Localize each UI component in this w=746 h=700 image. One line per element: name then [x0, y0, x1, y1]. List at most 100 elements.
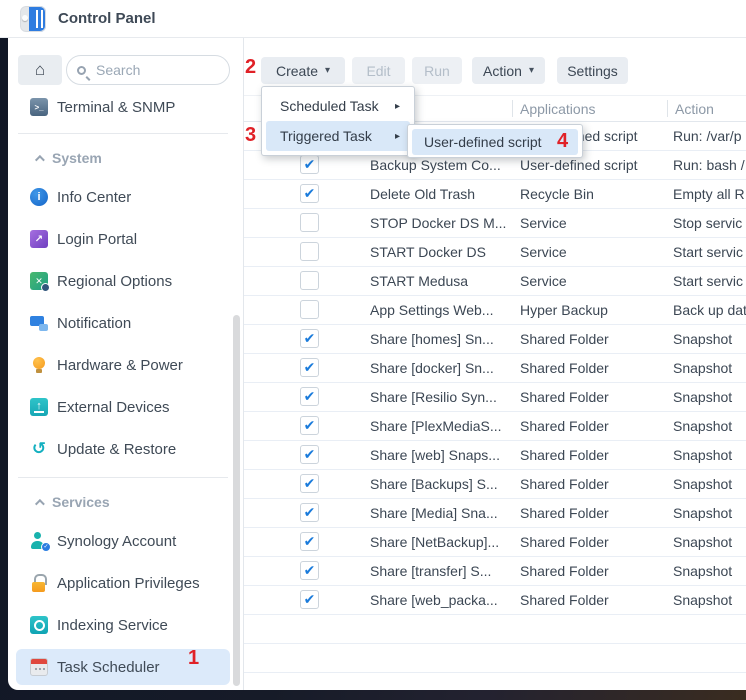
sidebar-item-terminal-snmp[interactable]: >_Terminal & SNMP	[16, 92, 230, 122]
task-name-cell: Share [web_packa...	[370, 586, 508, 615]
task-enabled-checkbox[interactable]	[300, 242, 319, 261]
annotation-2: 2	[245, 57, 256, 77]
task-name-cell: Share [homes] Sn...	[370, 325, 508, 354]
task-row[interactable]: ✔Share [Media] Sna...Shared FolderSnapsh…	[244, 499, 746, 528]
task-name-cell: Share [Resilio Syn...	[370, 383, 508, 412]
task-enabled-checkbox[interactable]: ✔	[300, 329, 319, 348]
indexing-service-icon	[30, 616, 48, 634]
task-row[interactable]: ✔Share [web_packa...Shared FolderSnapsho…	[244, 586, 746, 615]
group-header-system[interactable]: System	[16, 146, 230, 170]
chevron-up-icon	[35, 154, 45, 164]
task-row[interactable]: ✔Share [Backups] S...Shared FolderSnapsh…	[244, 470, 746, 499]
task-enabled-checkbox[interactable]: ✔	[300, 184, 319, 203]
edit-button[interactable]: Edit	[352, 57, 405, 84]
task-enabled-checkbox[interactable]: ✔	[300, 416, 319, 435]
menu-item-scheduled-task[interactable]: Scheduled Task▸	[266, 91, 410, 121]
button-label: Settings	[567, 63, 618, 79]
task-row[interactable]: START MedusaServiceStart servic	[244, 267, 746, 296]
task-enabled-checkbox[interactable]: ✔	[300, 387, 319, 406]
task-application-cell: Recycle Bin	[520, 180, 662, 209]
sidebar-item-hardware-power[interactable]: Hardware & Power	[16, 351, 230, 379]
sidebar-item-info-center[interactable]: iInfo Center	[16, 183, 230, 211]
task-application-cell: Shared Folder	[520, 441, 662, 470]
task-enabled-checkbox[interactable]	[300, 271, 319, 290]
sidebar-scrollbar[interactable]	[233, 315, 240, 686]
task-enabled-checkbox[interactable]: ✔	[300, 358, 319, 377]
task-name-cell: STOP Docker DS M...	[370, 209, 508, 238]
home-button[interactable]: ⌂	[18, 55, 62, 85]
search-input[interactable]	[94, 61, 204, 79]
task-row[interactable]: STOP Docker DS M...ServiceStop servic	[244, 209, 746, 238]
task-row[interactable]: ✔Delete Old TrashRecycle BinEmpty all R	[244, 180, 746, 209]
button-label: Action	[483, 63, 522, 79]
sidebar-item-label: Login Portal	[57, 231, 137, 248]
search-box[interactable]	[66, 55, 230, 85]
sidebar-item-indexing-service[interactable]: Indexing Service	[16, 611, 230, 639]
task-enabled-checkbox[interactable]: ✔	[300, 503, 319, 522]
regional-options-icon-glyph: ✕	[35, 276, 43, 287]
submenu-item-user-defined-script[interactable]: User-defined script	[412, 129, 578, 155]
task-action-cell: Snapshot	[673, 383, 746, 412]
update-restore-icon-glyph: ↺	[32, 439, 46, 459]
sidebar-item-synology-account[interactable]: ✓Synology Account	[16, 527, 230, 555]
external-devices-icon-glyph: ↑	[36, 400, 42, 412]
task-enabled-checkbox[interactable]: ✔	[300, 532, 319, 551]
task-name-cell: Share [docker] Sn...	[370, 354, 508, 383]
sidebar-item-update-restore[interactable]: ↺Update & Restore	[16, 435, 230, 463]
task-application-cell: Shared Folder	[520, 557, 662, 586]
sidebar-item-label: Indexing Service	[57, 617, 168, 634]
group-label: Services	[52, 494, 110, 510]
sidebar-item-application-privileges[interactable]: Application Privileges	[16, 569, 230, 597]
sidebar-item-external-devices[interactable]: ↑ External Devices	[16, 393, 230, 421]
task-row[interactable]: ✔Share [web] Snaps...Shared FolderSnapsh…	[244, 441, 746, 470]
sidebar-item-label: External Devices	[57, 399, 170, 416]
task-row[interactable]: ✔Share [PlexMediaS...Shared FolderSnapsh…	[244, 412, 746, 441]
task-action-cell: Snapshot	[673, 325, 746, 354]
column-header-applications[interactable]: Applications	[520, 96, 596, 121]
column-separator	[512, 100, 513, 117]
notification-icon	[30, 314, 48, 332]
search-icon	[77, 66, 86, 75]
action-button[interactable]: Action▾	[472, 57, 545, 84]
sidebar-item-login-portal[interactable]: ↗Login Portal	[16, 225, 230, 253]
task-row[interactable]: ✔Share [homes] Sn...Shared FolderSnapsho…	[244, 325, 746, 354]
submenu-item-label: User-defined script	[424, 134, 542, 150]
synology-account-icon-glyph: ✓	[41, 542, 51, 552]
task-enabled-checkbox[interactable]	[300, 300, 319, 319]
task-row[interactable]: ✔ Share [transfer] S... Shared Folder Snaps…	[244, 557, 746, 586]
sidebar-item-notification[interactable]: Notification	[16, 309, 230, 337]
chevron-down-icon: ▾	[325, 65, 330, 76]
task-enabled-checkbox[interactable]: ✔	[300, 561, 319, 580]
task-row[interactable]: ✔Share [NetBackup]...Shared FolderSnapsh…	[244, 528, 746, 557]
sidebar-item-regional-options[interactable]: ✕Regional Options	[16, 267, 230, 295]
task-row[interactable]: App Settings Web...Hyper BackupBack up d…	[244, 296, 746, 325]
task-enabled-checkbox[interactable]: ✔	[300, 155, 319, 174]
task-name-cell: Share [NetBackup]...	[370, 528, 508, 557]
task-enabled-checkbox[interactable]	[300, 213, 319, 232]
sidebar: ⌂ >_Terminal & SNMP System iInfo Center ↗Lo…	[8, 38, 244, 690]
button-label: Edit	[366, 63, 390, 79]
task-action-cell: Snapshot	[673, 470, 746, 499]
task-application-cell: Shared Folder	[520, 383, 662, 412]
chevron-up-icon	[35, 498, 45, 508]
task-action-cell: Snapshot	[673, 528, 746, 557]
group-header-services[interactable]: Services	[16, 490, 230, 514]
menu-item-triggered-task[interactable]: Triggered Task▸	[266, 121, 410, 151]
run-button[interactable]: Run	[412, 57, 462, 84]
column-header-action[interactable]: Action	[675, 96, 714, 121]
task-enabled-checkbox[interactable]: ✔	[300, 474, 319, 493]
task-row[interactable]: ✔Share [docker] Sn...Shared FolderSnapsh…	[244, 354, 746, 383]
task-row[interactable]: ✔ Share [Resilio Syn... Shared Folder Snaps…	[244, 383, 746, 412]
menu-item-label: Triggered Task	[280, 128, 372, 144]
task-action-cell: Snapshot	[673, 557, 746, 586]
task-enabled-checkbox[interactable]: ✔	[300, 445, 319, 464]
create-button[interactable]: Create▾	[261, 57, 345, 84]
task-action-cell: Snapshot	[673, 412, 746, 441]
task-enabled-checkbox[interactable]: ✔	[300, 590, 319, 609]
settings-button[interactable]: Settings	[557, 57, 628, 84]
task-application-cell: Shared Folder	[520, 499, 662, 528]
task-name-cell: Share [transfer] S...	[370, 557, 508, 586]
group-label: System	[52, 150, 102, 166]
info-center-icon-glyph: i	[37, 191, 40, 203]
task-row[interactable]: START Docker DSServiceStart servic	[244, 238, 746, 267]
